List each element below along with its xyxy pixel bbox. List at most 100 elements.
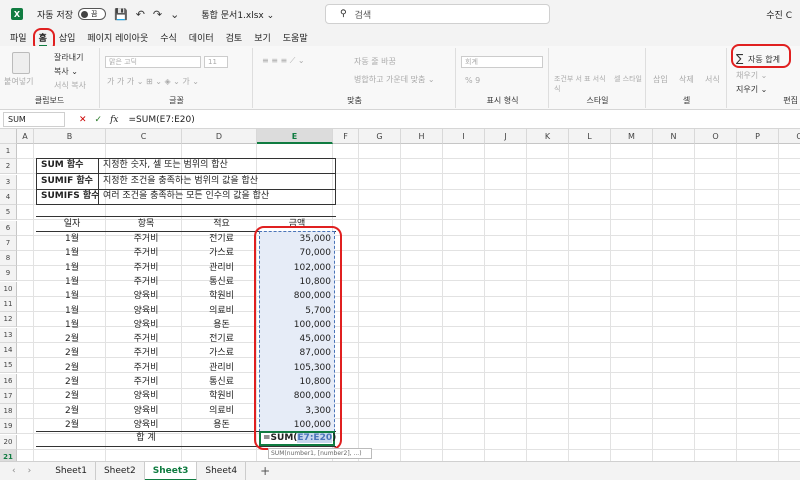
column-header-f[interactable]: F — [333, 129, 359, 144]
column-header-b[interactable]: B — [34, 129, 106, 144]
number-symbol-buttons[interactable]: % 9 — [465, 76, 480, 85]
font-name-select[interactable]: 맑은 고딕 — [105, 56, 201, 68]
column-header-l[interactable]: L — [569, 129, 611, 144]
table-cell-summary[interactable]: 통신료 — [184, 275, 259, 290]
row-header-12[interactable]: 12 — [0, 312, 17, 328]
table-cell-summary[interactable]: 학원비 — [184, 389, 259, 404]
table-cell-category[interactable]: 주거비 — [108, 232, 184, 247]
table-cell-month[interactable]: 1월 — [36, 246, 108, 261]
user-name[interactable]: 수진 C — [766, 8, 792, 21]
undo-icon[interactable]: ↶ — [136, 8, 145, 21]
table-cell-category[interactable]: 주거비 — [108, 275, 184, 290]
row-header-18[interactable]: 18 — [0, 404, 17, 420]
table-cell-month[interactable]: 1월 — [36, 318, 108, 333]
table-cell-month[interactable]: 2월 — [36, 404, 108, 419]
merge-center-button[interactable]: 병합하고 가운데 맞춤 ⌄ — [354, 74, 435, 85]
table-cell-category[interactable]: 주거비 — [108, 346, 184, 361]
table-cell-category[interactable]: 주거비 — [108, 375, 184, 390]
select-all-corner[interactable] — [0, 129, 17, 144]
sheet-next-icon[interactable]: › — [28, 466, 32, 476]
tab-file[interactable]: 파일 — [10, 31, 27, 44]
column-header-e[interactable]: E — [257, 129, 333, 144]
table-cell-category[interactable]: 주거비 — [108, 332, 184, 347]
row-header-1[interactable]: 1 — [0, 144, 17, 159]
table-cell-category[interactable]: 주거비 — [108, 361, 184, 376]
enter-icon[interactable]: ✓ — [95, 115, 103, 125]
table-cell-summary[interactable]: 관리비 — [184, 361, 259, 376]
column-header-h[interactable]: H — [401, 129, 443, 144]
tab-review[interactable]: 검토 — [226, 31, 243, 44]
column-header-j[interactable]: J — [485, 129, 527, 144]
column-header-a[interactable]: A — [17, 129, 34, 144]
row-header-8[interactable]: 8 — [0, 251, 17, 267]
column-header-g[interactable]: G — [359, 129, 401, 144]
header-category[interactable]: 항목 — [108, 217, 184, 232]
table-cell-category[interactable]: 양육비 — [108, 389, 184, 404]
info-desc-cell[interactable]: 지정한 숫자, 셀 또는 범위의 합산 — [99, 158, 335, 173]
table-cell-summary[interactable]: 전기료 — [184, 332, 259, 347]
format-cells-button[interactable]: 서식 — [705, 74, 720, 85]
sheet-tab-4[interactable]: Sheet4 — [197, 461, 247, 480]
table-cell-category[interactable]: 양육비 — [108, 404, 184, 419]
add-sheet-icon[interactable]: + — [260, 464, 270, 478]
table-cell-category[interactable]: 양육비 — [108, 289, 184, 304]
row-header-7[interactable]: 7 — [0, 235, 17, 251]
column-header-i[interactable]: I — [443, 129, 485, 144]
insert-cells-button[interactable]: 삽입 — [653, 74, 668, 85]
align-buttons[interactable]: ≡ ≡ ≡ ⟋ ⌄ — [262, 56, 305, 66]
fill-button[interactable]: 채우기 ⌄ — [736, 70, 767, 81]
tab-formulas[interactable]: 수식 — [160, 31, 177, 44]
total-label[interactable]: 합 계 — [108, 431, 184, 446]
table-cell-summary[interactable]: 의료비 — [184, 404, 259, 419]
table-cell-category[interactable]: 양육비 — [108, 304, 184, 319]
row-header-19[interactable]: 19 — [0, 419, 17, 435]
table-cell-month[interactable]: 1월 — [36, 304, 108, 319]
table-cell-summary[interactable]: 용돈 — [184, 318, 259, 333]
autosave-toggle[interactable]: 끔 — [77, 8, 106, 20]
table-cell-month[interactable]: 1월 — [36, 289, 108, 304]
row-header-5[interactable]: 5 — [0, 205, 17, 221]
document-title[interactable]: 통합 문서1.xlsx ⌄ — [201, 8, 274, 21]
cell-styles-button[interactable]: 셀 스타일 — [614, 74, 642, 84]
tab-view[interactable]: 보기 — [254, 31, 271, 44]
search-input[interactable]: ⚲ 검색 — [325, 4, 550, 24]
table-cell-month[interactable]: 2월 — [36, 332, 108, 347]
table-cell-summary[interactable]: 통신료 — [184, 375, 259, 390]
column-header-d[interactable]: D — [182, 129, 257, 144]
redo-icon[interactable]: ↷ — [153, 8, 162, 21]
font-size-select[interactable]: 11 — [204, 56, 228, 68]
row-header-13[interactable]: 13 — [0, 327, 17, 343]
row-header-3[interactable]: 3 — [0, 174, 17, 190]
table-cell-month[interactable]: 1월 — [36, 232, 108, 247]
paste-icon[interactable] — [12, 52, 30, 74]
row-header-17[interactable]: 17 — [0, 388, 17, 404]
wrap-text-button[interactable]: 자동 줄 바꿈 — [354, 56, 396, 67]
row-header-9[interactable]: 9 — [0, 266, 17, 282]
sheet-tab-1[interactable]: Sheet1 — [47, 461, 96, 480]
table-cell-summary[interactable]: 전기료 — [184, 232, 259, 247]
column-header-m[interactable]: M — [611, 129, 653, 144]
table-cell-month[interactable]: 2월 — [36, 361, 108, 376]
table-cell-summary[interactable]: 학원비 — [184, 289, 259, 304]
table-cell-category[interactable]: 주거비 — [108, 261, 184, 276]
customize-toolbar-icon[interactable]: ⌄ — [170, 8, 179, 21]
clear-button[interactable]: 지우기 ⌄ — [736, 84, 767, 95]
info-name-cell[interactable]: SUMIF 함수 — [37, 174, 98, 189]
column-header-c[interactable]: C — [106, 129, 182, 144]
tab-insert[interactable]: 삽입 — [59, 31, 76, 44]
table-cell-month[interactable]: 2월 — [36, 346, 108, 361]
conditional-format-button[interactable]: 조건부 서식 — [554, 74, 582, 94]
number-format-select[interactable]: 회계 — [461, 56, 543, 68]
delete-cells-button[interactable]: 삭제 — [679, 74, 694, 85]
column-header-o[interactable]: O — [695, 129, 737, 144]
table-cell-category[interactable]: 주거비 — [108, 246, 184, 261]
row-header-21[interactable]: 21 — [0, 450, 17, 461]
table-cell-month[interactable]: 2월 — [36, 389, 108, 404]
cut-button[interactable]: 잘라내기 — [54, 52, 83, 63]
header-month[interactable]: 일자 — [36, 217, 108, 232]
copy-button[interactable]: 복사 ⌄ — [54, 66, 78, 77]
table-cell-month[interactable]: 2월 — [36, 418, 108, 433]
row-header-11[interactable]: 11 — [0, 297, 17, 312]
info-desc-cell[interactable]: 여러 조건을 충족하는 모든 인수의 값을 합산 — [99, 189, 335, 204]
table-cell-summary[interactable]: 가스료 — [184, 246, 259, 261]
